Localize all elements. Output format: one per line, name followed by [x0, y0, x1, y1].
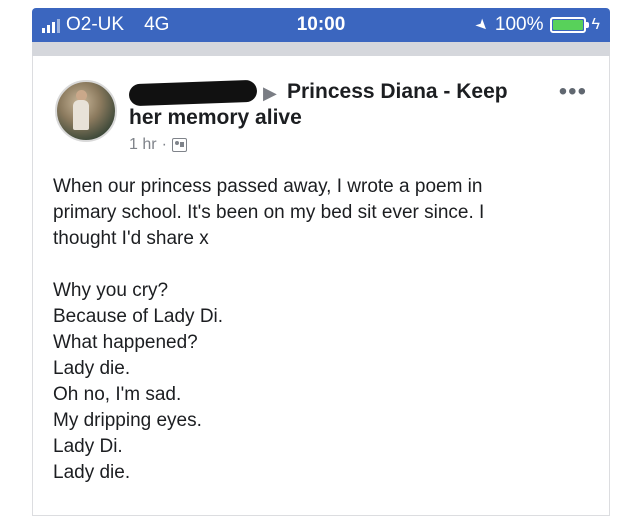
- poem-line: Why you cry?: [53, 280, 169, 301]
- intro-line: When our princess passed away, I wrote a…: [53, 176, 483, 197]
- intro-line: primary school. It's been on my bed sit …: [53, 202, 485, 223]
- poem-line: Lady Di.: [53, 436, 123, 457]
- feed-divider: [32, 42, 610, 56]
- shared-to-arrow-icon: ▶: [263, 83, 277, 103]
- poem: Why you cry? Because of Lady Di. What ha…: [53, 278, 593, 486]
- battery-fill: [552, 20, 583, 30]
- group-audience-icon: [171, 138, 187, 152]
- meta-separator: ·: [161, 136, 167, 153]
- poem-line: Lady die.: [53, 358, 131, 379]
- poem-line: My dripping eyes.: [53, 410, 202, 431]
- group-name-link[interactable]: Princess Diana - Keep: [287, 80, 508, 104]
- intro-line: thought I'd share x: [53, 228, 209, 249]
- battery-percent: 100%: [494, 14, 544, 35]
- more-options-icon[interactable]: •••: [559, 78, 587, 106]
- post-body: When our princess passed away, I wrote a…: [53, 174, 593, 486]
- poem-line: Because of Lady Di.: [53, 306, 224, 327]
- post-intro: When our princess passed away, I wrote a…: [53, 174, 593, 252]
- post-timestamp[interactable]: 1 hr: [129, 136, 157, 154]
- author-avatar[interactable]: [55, 80, 117, 142]
- charging-bolt-icon: ϟ: [591, 16, 600, 33]
- status-bar: O2-UK 4G 10:00 ➤ 100% ϟ: [32, 8, 610, 42]
- post-card: ▶ Princess Diana - Keep her memory alive…: [32, 56, 610, 516]
- poem-line: Lady die.: [53, 462, 131, 483]
- poem-line: Oh no, I'm sad.: [53, 384, 182, 405]
- post-meta: 1 hr ·: [129, 136, 187, 154]
- status-right: ➤ 100% ϟ: [472, 14, 600, 36]
- group-name-link-continued[interactable]: her memory alive: [129, 106, 302, 130]
- poem-line: What happened?: [53, 332, 198, 353]
- battery-icon: [549, 17, 589, 33]
- author-name-redacted[interactable]: [128, 79, 258, 107]
